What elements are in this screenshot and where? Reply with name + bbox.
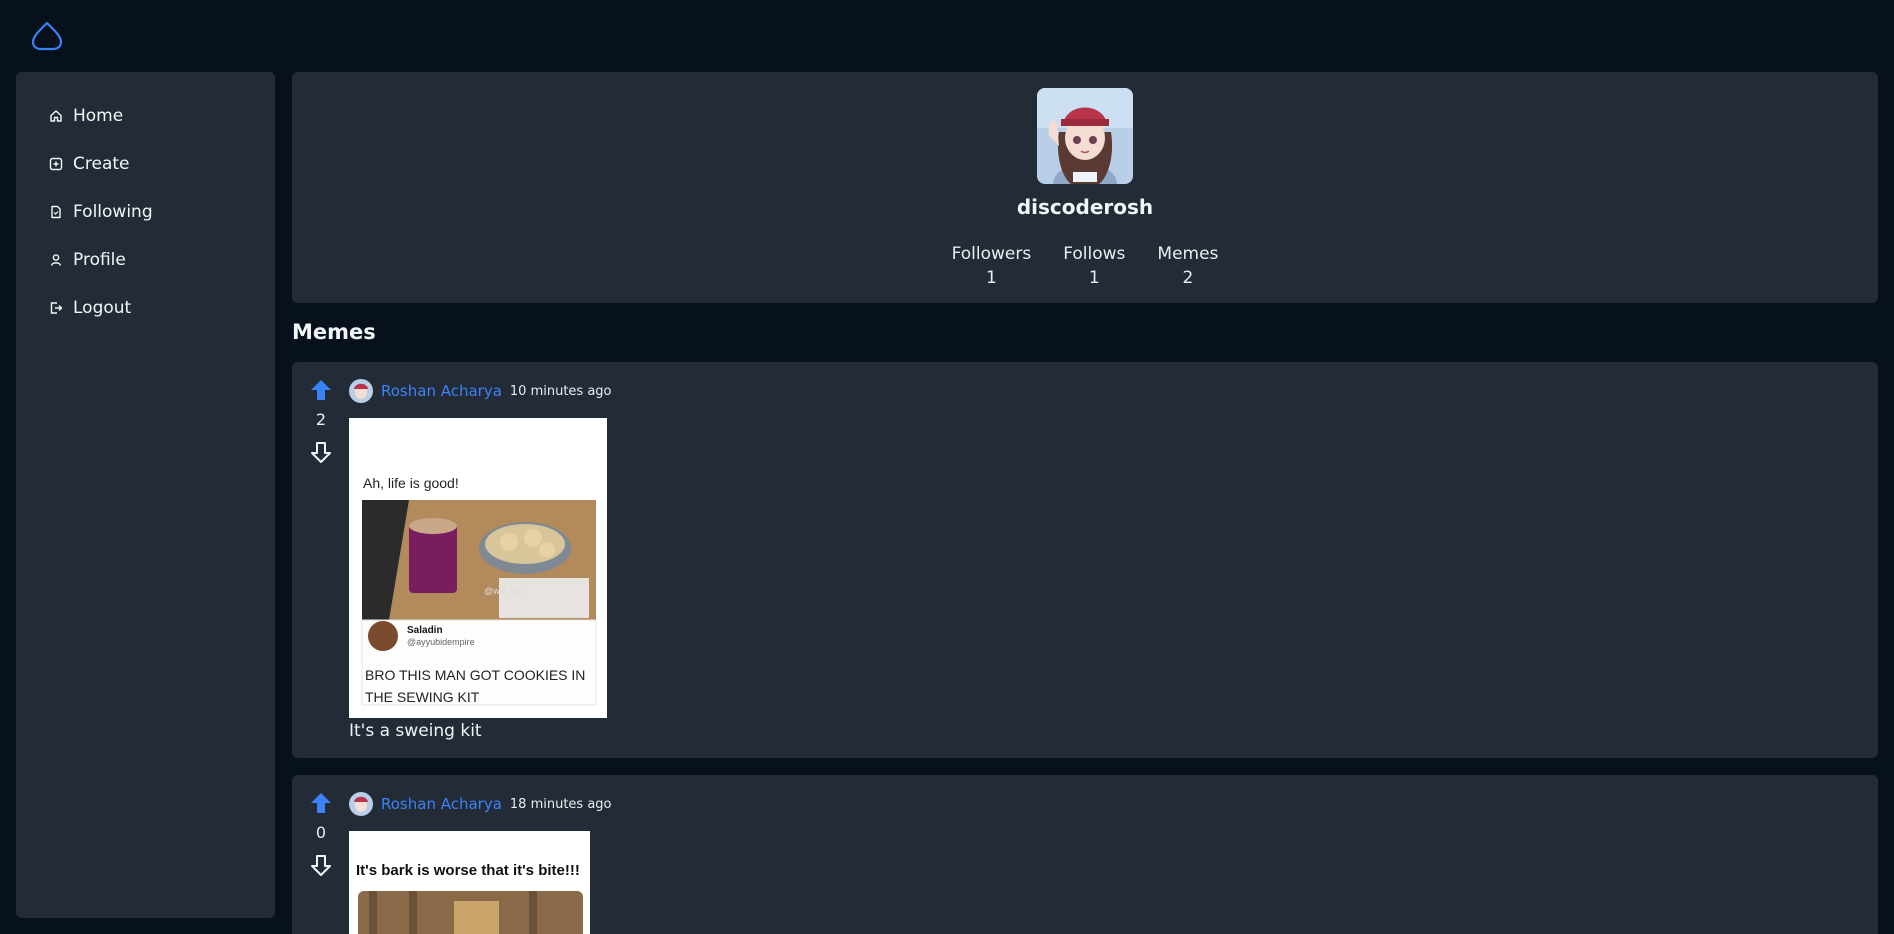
sidebar-item-label: Following [73, 202, 153, 222]
author-avatar[interactable] [349, 792, 373, 816]
sidebar: Home Create Following Profile Logout [16, 72, 275, 918]
downvote-arrow-icon[interactable] [309, 853, 333, 877]
stat-memes[interactable]: Memes 2 [1157, 242, 1218, 290]
sidebar-item-profile[interactable]: Profile [16, 236, 275, 284]
sidebar-item-logout[interactable]: Logout [16, 284, 275, 332]
cloud-logo-icon[interactable] [30, 20, 64, 52]
meme-text-top: Ah, life is good! [363, 475, 459, 491]
stat-value: 2 [1182, 268, 1194, 288]
sidebar-item-create[interactable]: Create [16, 140, 275, 188]
author-link[interactable]: Roshan Acharya [381, 382, 502, 400]
sidebar-item-label: Profile [73, 250, 126, 270]
profile-stats: Followers 1 Follows 1 Memes 2 [292, 242, 1878, 290]
profile-card: discoderosh Followers 1 Follows 1 Memes … [292, 72, 1878, 303]
post-time: 18 minutes ago [509, 796, 612, 812]
meme-meta: Roshan Acharya 10 minutes ago [349, 378, 612, 404]
stat-followers[interactable]: Followers 1 [952, 242, 1032, 290]
sidebar-item-following[interactable]: Following [16, 188, 275, 236]
home-icon [49, 109, 63, 123]
sidebar-item-label: Home [73, 106, 124, 126]
sidebar-item-label: Create [73, 154, 130, 174]
plus-square-icon [49, 157, 63, 171]
vote-controls: 2 [309, 378, 333, 464]
stat-value: 1 [1088, 268, 1100, 288]
downvote-arrow-icon[interactable] [309, 440, 333, 464]
user-icon [49, 253, 63, 267]
tweet-text-2: THE SEWING KIT [365, 689, 480, 705]
stat-value: 1 [985, 268, 997, 288]
meme-image[interactable]: It's bark is worse that it's bite!!! [349, 831, 590, 934]
meme-card: 2 Roshan Acharya 10 minutes ago Ah, life… [292, 362, 1878, 758]
logout-icon [49, 301, 63, 315]
meme-meta: Roshan Acharya 18 minutes ago [349, 791, 612, 817]
tweet-name: Saladin [407, 625, 443, 636]
meme-card: 0 Roshan Acharya 18 minutes ago It's bar… [292, 775, 1878, 934]
upvote-arrow-icon[interactable] [309, 378, 333, 402]
meme-watermark: @will_ent [484, 586, 524, 596]
stat-label: Followers [951, 244, 1032, 264]
sidebar-item-label: Logout [73, 298, 132, 318]
stat-label: Memes [1157, 244, 1219, 264]
profile-avatar [1037, 88, 1133, 184]
tweet-text-1: BRO THIS MAN GOT COOKIES IN [365, 667, 585, 683]
memes-section-title: Memes [292, 320, 376, 344]
main-content: discoderosh Followers 1 Follows 1 Memes … [292, 72, 1878, 934]
post-time: 10 minutes ago [509, 383, 612, 399]
vote-count: 2 [315, 410, 327, 429]
sidebar-item-home[interactable]: Home [16, 92, 275, 140]
upvote-arrow-icon[interactable] [309, 791, 333, 815]
vote-count: 0 [315, 823, 327, 842]
author-link[interactable]: Roshan Acharya [381, 795, 502, 813]
profile-username: discoderosh [1016, 195, 1154, 219]
stat-follows[interactable]: Follows 1 [1063, 242, 1125, 290]
meme-text-top: It's bark is worse that it's bite!!! [356, 862, 580, 879]
file-icon [49, 205, 63, 219]
meme-image[interactable]: Ah, life is good! @will_ent Saladin @ayy… [349, 418, 607, 718]
vote-controls: 0 [309, 791, 333, 877]
stat-label: Follows [1063, 244, 1126, 264]
author-avatar[interactable] [349, 379, 373, 403]
meme-caption: It's a sweing kit [349, 721, 482, 741]
tweet-handle: @ayyubidempire [407, 637, 475, 647]
